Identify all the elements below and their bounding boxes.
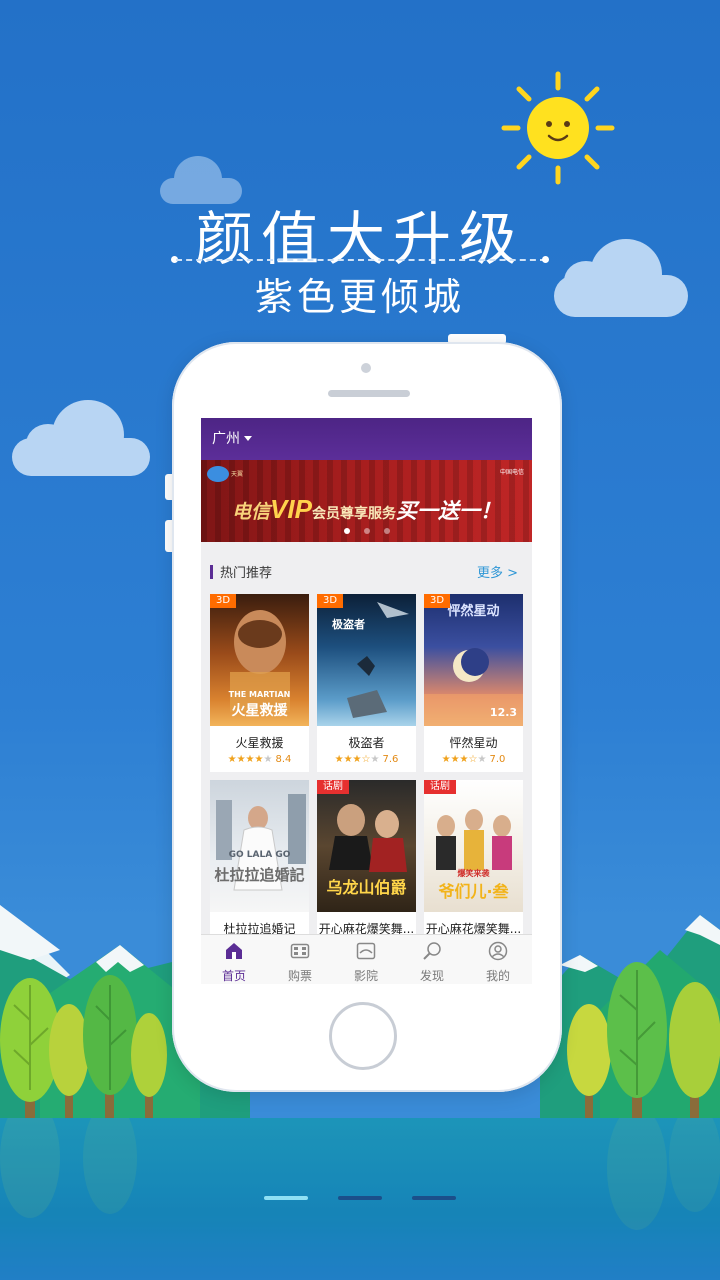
home-icon — [226, 943, 242, 959]
tab-discover[interactable]: 发现 — [399, 935, 465, 984]
format-tag: 3D — [424, 594, 451, 608]
poster-title: 极盗者 — [332, 618, 365, 631]
movie-name: 怦然星动 — [449, 736, 498, 750]
format-tag: 3D — [317, 594, 344, 608]
tab-tickets[interactable]: 购票 — [267, 935, 333, 984]
poster-title: 乌龙山伯爵 — [326, 878, 407, 897]
section-accent-bar — [210, 565, 213, 579]
star-empty-icon: ★ — [477, 754, 487, 765]
format-tag: 3D — [210, 594, 237, 608]
splash-background: 颜值大升级 紫色更倾城 广州 天翼 中国电信 电信VIP会员尊享服务买一送一！ … — [0, 0, 720, 1280]
movie-card[interactable]: 乌龙山伯爵 话剧 开心麻花爆笑舞... — [317, 780, 416, 958]
movie-name: 火星救援 — [235, 736, 284, 750]
rating-score: 7.6 — [382, 754, 399, 765]
city-label: 广州 — [212, 431, 240, 447]
movie-card[interactable]: 爆笑来袭 爷们儿·叁 话剧 开心麻花爆笑舞... — [424, 780, 523, 958]
tab-label: 发现 — [419, 969, 444, 983]
poster-title: 火星救援 — [231, 703, 288, 719]
tab-cinemas[interactable]: 影院 — [333, 935, 399, 984]
tab-profile[interactable]: 我的 — [465, 935, 531, 984]
poster-art — [216, 794, 306, 891]
banner-dot-active[interactable] — [343, 528, 350, 534]
movie-card[interactable]: 怦然星动 12.3 3D 怦然星动 ★★★☆★ 7.0 — [424, 594, 523, 772]
poster-subtitle: 12.3 — [489, 706, 518, 719]
rating-score: 7.0 — [489, 754, 506, 765]
movie-rating: ★★★★★ 8.4 — [210, 754, 309, 765]
movie-card[interactable]: 极盗者 3D 极盗者 ★★★☆★ 7.6 — [317, 594, 416, 772]
movie-rating: ★★★☆★ 7.6 — [317, 754, 416, 765]
movie-name: 极盗者 — [348, 736, 385, 750]
tianyi-logo-icon — [207, 466, 229, 482]
movie-poster: 乌龙山伯爵 话剧 — [317, 780, 416, 912]
movie-card[interactable]: GO LALA GO 杜拉拉追婚記 杜拉拉追婚记 — [210, 780, 309, 958]
movie-card[interactable]: THE MARTIAN 火星救援 3D 火星救援 ★★★★★ 8.4 — [210, 594, 309, 772]
poster-subtitle: THE MARTIAN — [228, 690, 291, 699]
movie-poster: THE MARTIAN 火星救援 3D — [210, 594, 309, 726]
pager-dot[interactable] — [412, 1196, 456, 1200]
ticket-icon — [290, 943, 310, 959]
home-button[interactable] — [329, 1002, 397, 1070]
pager-dot-active[interactable] — [264, 1196, 308, 1200]
caret-down-icon — [244, 436, 252, 441]
movie-poster: 极盗者 3D — [317, 594, 416, 726]
cinema-icon — [356, 942, 376, 960]
movie-rating: ★★★☆★ 7.0 — [424, 754, 523, 765]
bottom-tab-bar: 首页 购票 影院 发现 我的 — [201, 934, 532, 984]
banner-brand-left: 天翼 — [231, 471, 244, 478]
front-camera — [361, 363, 371, 373]
profile-icon — [488, 941, 508, 961]
movie-poster: 爆笑来袭 爷们儿·叁 话剧 — [424, 780, 523, 912]
poster-subtitle: GO LALA GO — [228, 850, 291, 860]
star-empty-icon: ★ — [263, 754, 273, 765]
star-rating-icon: ★★★☆ — [334, 754, 371, 765]
tab-home[interactable]: 首页 — [201, 935, 267, 984]
banner-dot[interactable] — [383, 528, 390, 534]
promo-banner[interactable]: 天翼 中国电信 电信VIP会员尊享服务买一送一！ — [201, 460, 532, 542]
movie-poster: GO LALA GO 杜拉拉追婚記 — [210, 780, 309, 912]
star-rating-icon: ★★★☆ — [441, 754, 478, 765]
city-selector[interactable]: 广州 — [201, 418, 532, 460]
tab-label: 我的 — [485, 969, 510, 983]
format-tag: 话剧 — [317, 780, 349, 794]
tab-label: 影院 — [353, 969, 378, 983]
more-link[interactable]: 更多 > — [477, 562, 518, 581]
star-empty-icon: ★ — [370, 754, 380, 765]
banner-pagination — [201, 519, 532, 538]
discover-icon — [423, 942, 441, 960]
poster-title: 杜拉拉追婚記 — [214, 866, 305, 884]
movie-poster: 怦然星动 12.3 3D — [424, 594, 523, 726]
hot-section-header: 热门推荐 更多 > — [201, 542, 532, 592]
poster-art — [347, 602, 409, 718]
tab-label: 首页 — [221, 969, 246, 983]
earpiece-speaker — [328, 390, 410, 397]
tab-label: 购票 — [287, 969, 312, 983]
app-screen: 广州 天翼 中国电信 电信VIP会员尊享服务买一送一！ 热门推荐 更多 > TH… — [201, 418, 532, 984]
rating-score: 8.4 — [275, 754, 292, 765]
pager-dot[interactable] — [338, 1196, 382, 1200]
poster-title: 爷们儿·叁 — [438, 882, 509, 901]
format-tag: 话剧 — [424, 780, 456, 794]
banner-brand-right: 中国电信 — [499, 469, 524, 476]
star-rating-icon: ★★★★ — [227, 754, 264, 765]
banner-dot[interactable] — [363, 528, 370, 534]
section-title: 热门推荐 — [220, 566, 273, 581]
